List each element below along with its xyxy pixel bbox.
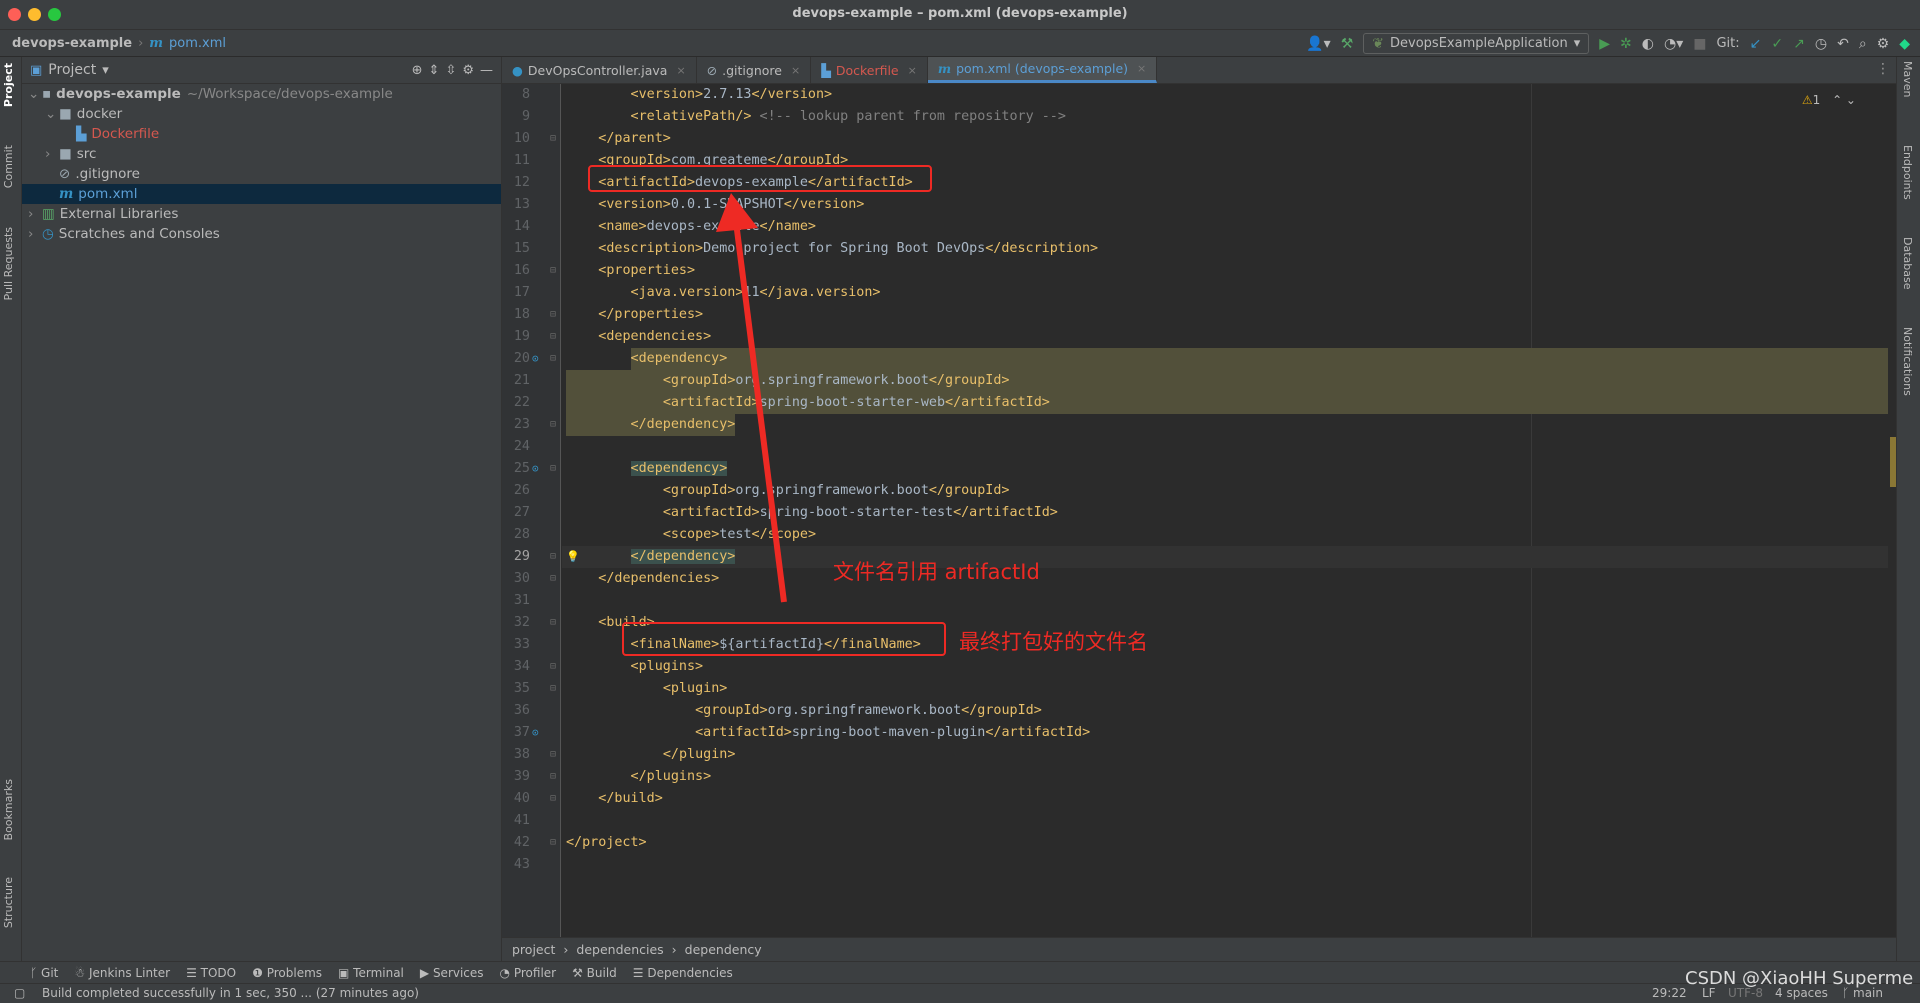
- annotation-arrow: [716, 193, 787, 603]
- annotation-artifact-note: 文件名引用 artifactId: [833, 560, 1040, 584]
- annotation-finalname-note: 最终打包好的文件名: [959, 630, 1148, 654]
